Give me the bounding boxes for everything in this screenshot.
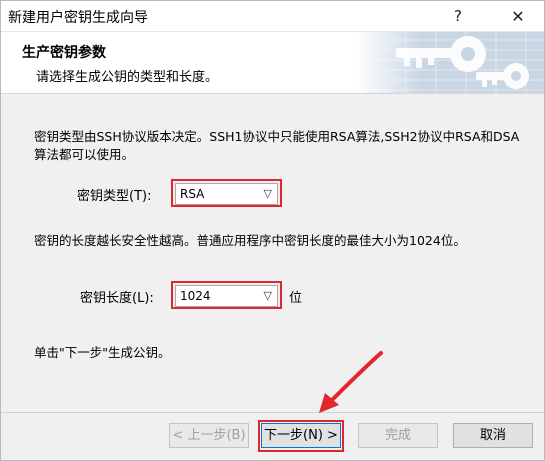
key-type-description: 密钥类型由SSH协议版本决定。SSH1协议中只能使用RSA算法,SSH2协议中R… <box>34 129 520 162</box>
key-type-label: 密钥类型(T): <box>77 189 152 204</box>
close-button[interactable]: ✕ <box>494 1 542 32</box>
key-type-select[interactable]: RSA ▽ <box>175 183 278 205</box>
next-button[interactable]: 下一步(N) > <box>261 423 341 448</box>
wizard-header: 生产密钥参数 请选择生成公钥的类型和长度。 <box>1 32 544 94</box>
window-title: 新建用户密钥生成向导 <box>8 10 148 26</box>
finish-button[interactable]: 完成 <box>358 423 438 448</box>
back-button[interactable]: < 上一步(B) <box>169 423 249 448</box>
help-button[interactable]: ? <box>436 1 480 32</box>
next-instruction: 单击"下一步"生成公钥。 <box>34 345 171 360</box>
key-length-value: 1024 <box>180 289 211 303</box>
chevron-down-icon: ▽ <box>263 289 272 302</box>
chevron-down-icon: ▽ <box>263 187 272 200</box>
key-type-value: RSA <box>180 187 205 201</box>
page-subtitle: 请选择生成公钥的类型和长度。 <box>36 70 219 85</box>
key-length-description: 密钥的长度越长安全性越高。普通应用程序中密钥长度的最佳大小为1024位。 <box>34 233 466 248</box>
footer-divider <box>1 412 544 413</box>
wizard-content: 密钥类型由SSH协议版本决定。SSH1协议中只能使用RSA算法,SSH2协议中R… <box>1 95 544 413</box>
page-title: 生产密钥参数 <box>22 45 106 61</box>
title-bar: 新建用户密钥生成向导 ? ✕ <box>1 1 544 32</box>
annotation-arrow-icon <box>319 351 383 413</box>
keys-icon <box>356 32 544 93</box>
wizard-window: 新建用户密钥生成向导 ? ✕ 生产密钥参数 请选择生成公钥的类型和长度。 密钥类… <box>0 0 545 461</box>
key-length-select[interactable]: 1024 ▽ <box>175 285 278 307</box>
cancel-button[interactable]: 取消 <box>453 423 533 448</box>
key-length-label: 密钥长度(L): <box>80 291 154 306</box>
key-length-unit: 位 <box>289 291 303 306</box>
